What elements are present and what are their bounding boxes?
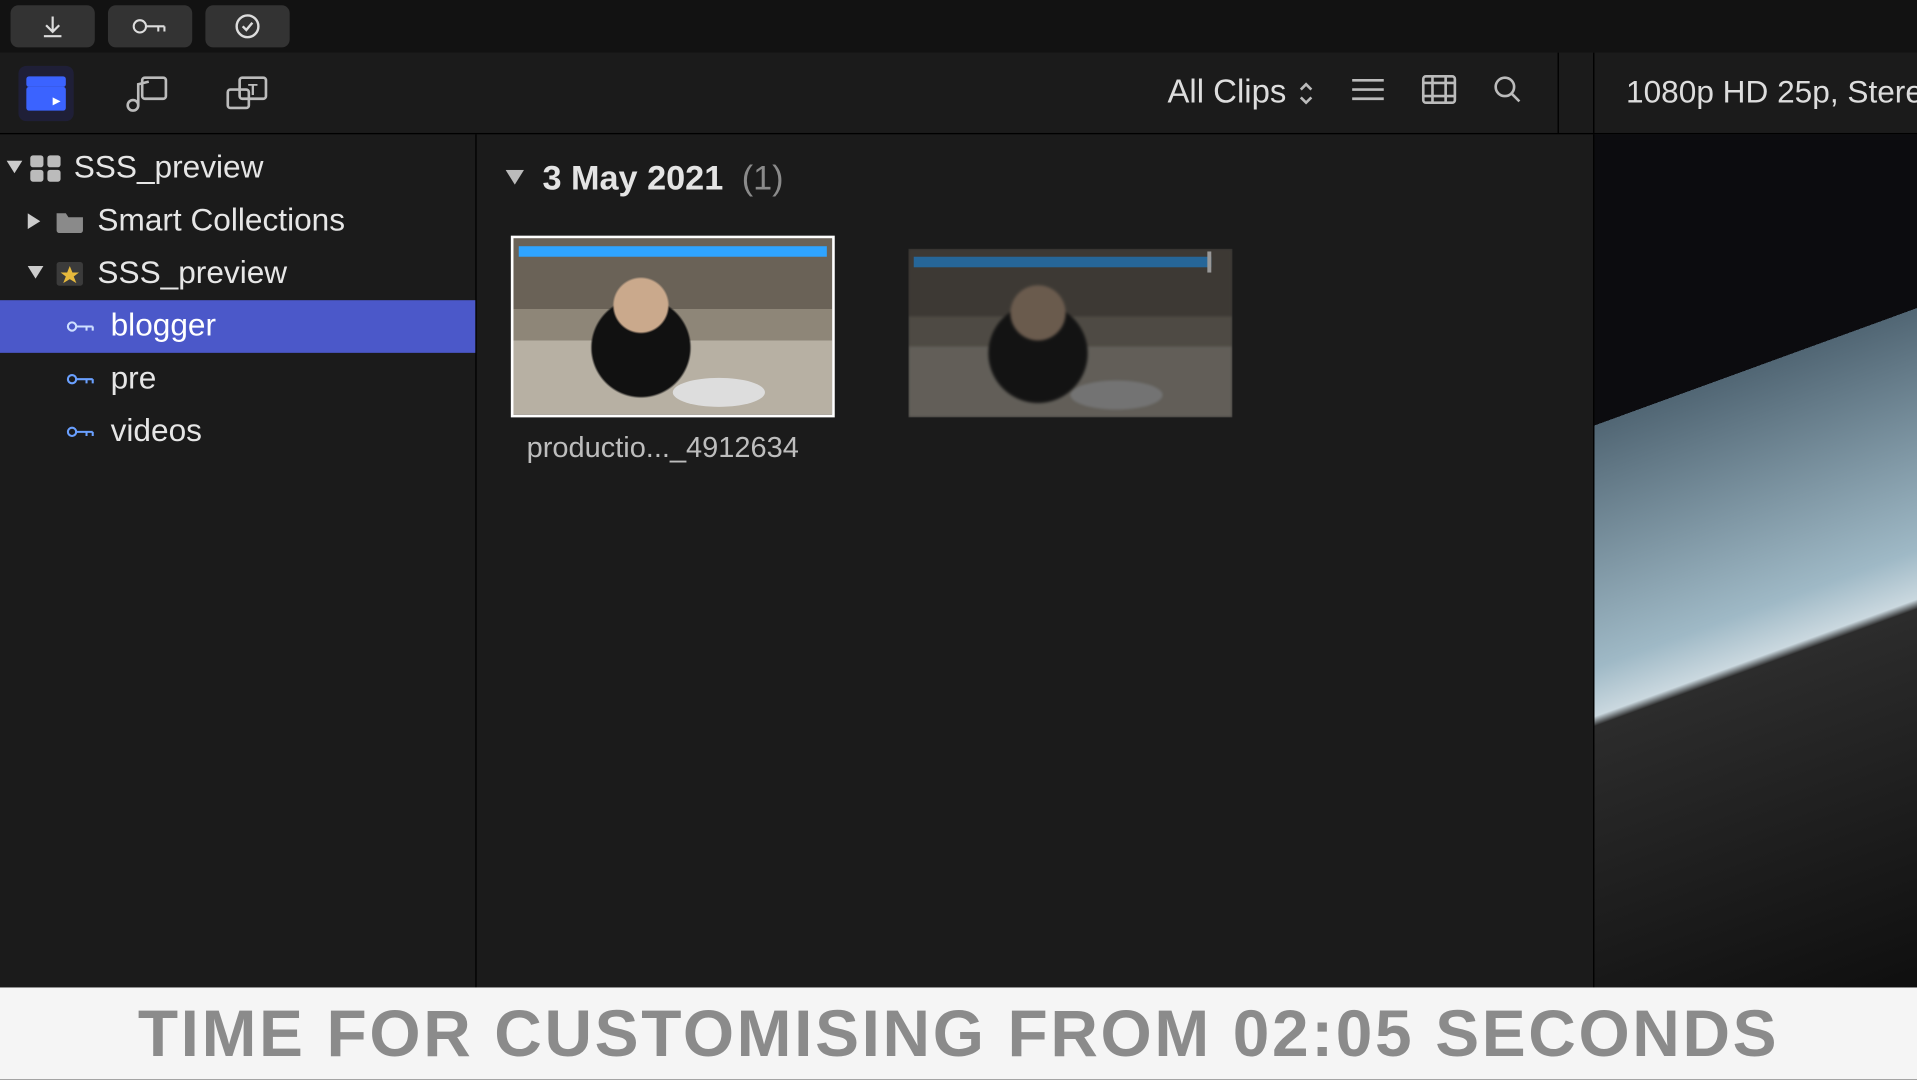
smart-collections-row[interactable]: Smart Collections xyxy=(0,195,475,248)
audio-library-tab[interactable] xyxy=(118,65,173,120)
smart-collections-label: Smart Collections xyxy=(97,203,345,240)
window-top-strip xyxy=(0,0,1917,53)
project-format-label: 1080p HD 25p, Stereo xyxy=(1593,53,1917,133)
import-button[interactable] xyxy=(11,5,95,47)
library-row[interactable]: SSS_preview xyxy=(0,142,475,195)
filmstrip-icon xyxy=(1421,74,1458,106)
filmstrip-view-button[interactable] xyxy=(1421,74,1458,112)
clip-filter-label: All Clips xyxy=(1167,74,1286,112)
clip-filter-dropdown[interactable]: All Clips xyxy=(1167,74,1315,112)
clip-thumbnail xyxy=(908,249,1232,418)
keyword-label: pre xyxy=(111,361,157,398)
library-name-label: SSS_preview xyxy=(74,150,264,187)
disclosure-triangle-icon[interactable] xyxy=(24,266,48,282)
disclosure-triangle-icon[interactable] xyxy=(24,213,48,229)
updown-chevron-icon xyxy=(1297,80,1315,106)
clip-used-range-bar xyxy=(914,257,1212,268)
music-photos-icon xyxy=(124,73,169,112)
main-area: SSS_preview Smart Collections SSS_previe… xyxy=(0,134,1917,987)
keyword-label: videos xyxy=(111,413,202,450)
viewer-panel xyxy=(1593,134,1917,987)
keyword-tag-icon xyxy=(66,369,95,390)
folder-icon xyxy=(55,209,84,233)
clip-browser: 3 May 2021 (1) productio..._4912634 xyxy=(477,134,1593,987)
keyword-tag-icon xyxy=(66,316,95,337)
library-toolbar: T All Clips 1080p HD 25p, Stereo xyxy=(0,53,1917,135)
download-arrow-icon xyxy=(39,13,65,39)
viewer-canvas[interactable] xyxy=(1594,134,1917,987)
keyword-row-blogger[interactable]: blogger xyxy=(0,300,475,353)
library-grid-icon xyxy=(29,154,63,183)
clip-thumbnail[interactable] xyxy=(511,236,835,418)
event-star-icon xyxy=(55,261,84,287)
search-icon xyxy=(1492,74,1524,106)
event-row[interactable]: SSS_preview xyxy=(0,248,475,301)
keyword-row-videos[interactable]: videos xyxy=(0,406,475,459)
background-tasks-button[interactable] xyxy=(205,5,289,47)
toolbar-separator xyxy=(1558,53,1559,133)
keyword-label: blogger xyxy=(111,308,216,345)
keyword-editor-button[interactable] xyxy=(108,5,192,47)
clip-count-label: (1) xyxy=(742,158,784,199)
library-tabs: T xyxy=(0,65,274,120)
library-sidebar: SSS_preview Smart Collections SSS_previe… xyxy=(0,134,477,987)
date-group-header[interactable]: 3 May 2021 (1) xyxy=(477,158,1593,199)
keyword-row-pre[interactable]: pre xyxy=(0,353,475,406)
key-icon xyxy=(132,14,169,38)
video-caption-overlay: TIME FOR CUSTOMISING FROM 02:05 SECONDS xyxy=(0,987,1917,1079)
disclosure-triangle-icon[interactable] xyxy=(3,161,27,177)
media-library-tab[interactable] xyxy=(18,65,73,120)
clip-drag-ghost xyxy=(908,249,1229,418)
list-view-icon xyxy=(1350,75,1387,104)
checkmark-circle-icon xyxy=(233,12,262,41)
caption-text: TIME FOR CUSTOMISING FROM 02:05 SECONDS xyxy=(138,995,1779,1071)
skimmer-playhead xyxy=(1207,251,1211,272)
thumbnail-image xyxy=(908,249,1232,418)
clip-item[interactable]: productio..._4912634 xyxy=(511,236,835,465)
event-name-label: SSS_preview xyxy=(97,255,287,292)
titles-icon: T xyxy=(224,73,269,112)
clip-used-range-bar xyxy=(519,246,827,257)
date-label: 3 May 2021 xyxy=(542,158,723,199)
search-button[interactable] xyxy=(1492,74,1524,112)
project-format-text: 1080p HD 25p, Stereo xyxy=(1626,74,1917,111)
browser-toolbar-right: All Clips 1080p HD 25p, Stereo xyxy=(1167,53,1917,133)
keyword-tag-icon xyxy=(66,421,95,442)
titles-library-tab[interactable]: T xyxy=(219,65,274,120)
clip-grid: productio..._4912634 xyxy=(477,199,1593,236)
list-view-button[interactable] xyxy=(1350,75,1387,111)
disclosure-triangle-icon[interactable] xyxy=(506,169,524,187)
thumbnail-image xyxy=(513,238,832,414)
clapperboard-icon xyxy=(24,73,69,112)
clip-name-label: productio..._4912634 xyxy=(511,431,835,465)
